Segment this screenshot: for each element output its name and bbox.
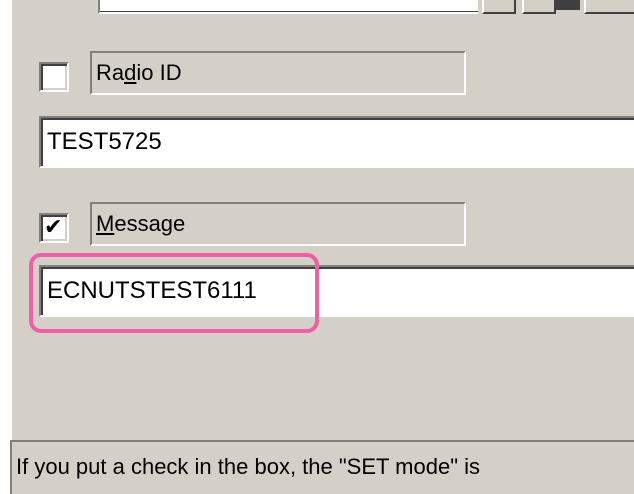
top-input-field[interactable] [98, 0, 478, 14]
message-label: Message [90, 202, 466, 246]
message-checkbox[interactable]: ✔ [39, 213, 69, 243]
radio-id-checkbox[interactable] [39, 62, 69, 92]
status-bar: If you put a check in the box, the "SET … [10, 440, 634, 494]
radio-id-label-accel: d [124, 60, 137, 85]
top-button-3[interactable] [584, 0, 634, 14]
top-button-2[interactable] [522, 0, 556, 14]
top-button-1[interactable] [482, 0, 516, 14]
radio-id-label: Radio ID [90, 51, 466, 95]
message-label-suffix: essage [114, 211, 186, 236]
radio-id-label-suffix: io ID [136, 60, 182, 85]
message-label-accel: M [96, 211, 115, 236]
radio-id-label-prefix: Ra [96, 60, 125, 85]
checkmark-icon: ✔ [44, 215, 63, 240]
radio-id-input[interactable] [39, 116, 634, 168]
message-input[interactable] [39, 265, 634, 317]
